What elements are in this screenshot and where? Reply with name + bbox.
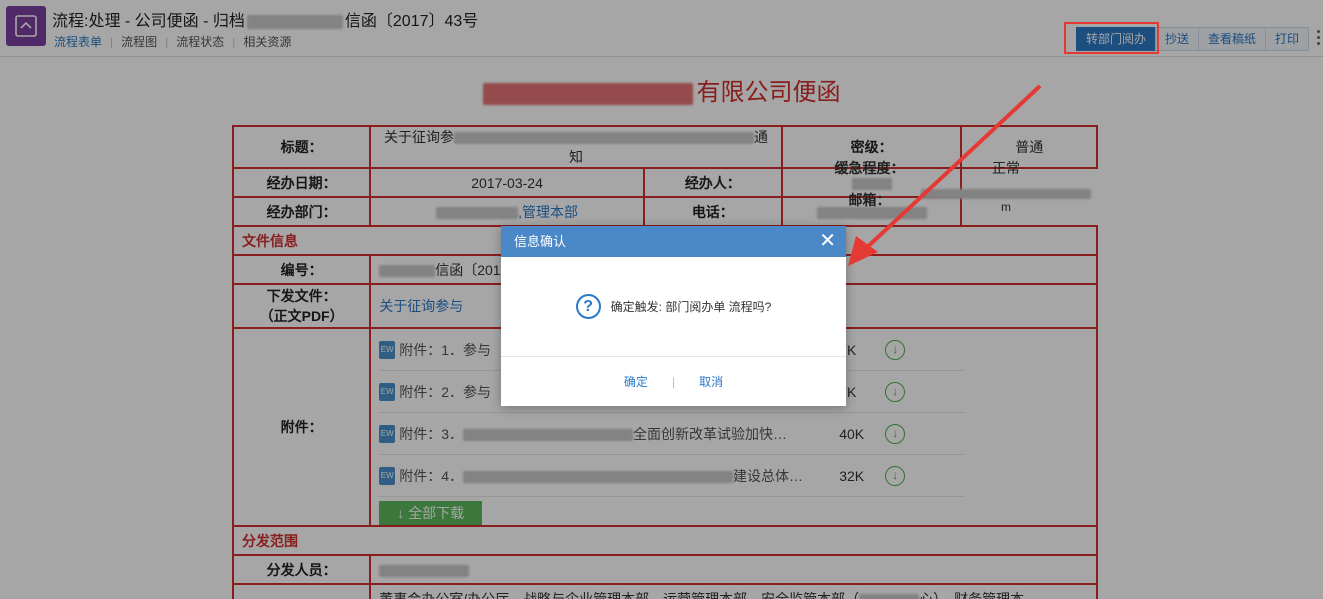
annotation-arrow — [848, 84, 1042, 266]
